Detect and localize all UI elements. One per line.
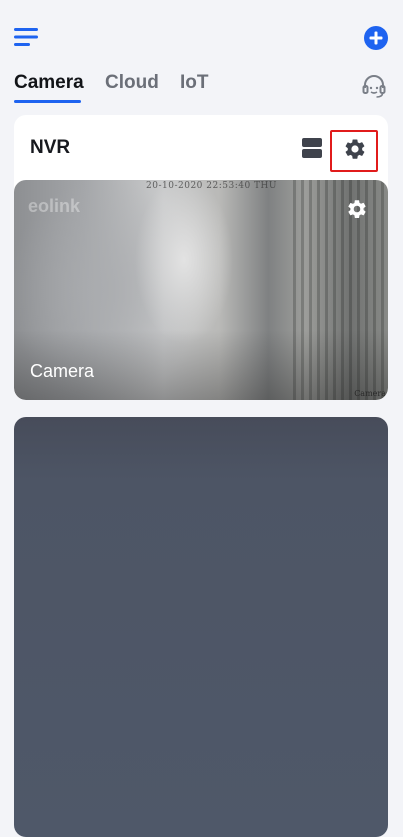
nvr-settings-gear-icon[interactable]: [343, 137, 367, 161]
tab-iot[interactable]: IoT: [180, 72, 209, 94]
tab-camera[interactable]: Camera: [14, 72, 84, 94]
camera-live-preview[interactable]: 20-10-2020 22:53:40 THU eolink Camera Ca…: [14, 180, 388, 400]
osd-timestamp: 20-10-2020 22:53:40 THU: [146, 181, 277, 191]
tab-cloud[interactable]: Cloud: [105, 72, 159, 94]
brand-watermark: eolink: [28, 196, 81, 216]
headset-support-icon[interactable]: [361, 74, 387, 100]
active-tab-indicator: [14, 100, 81, 103]
camera-settings-gear-icon[interactable]: [346, 198, 368, 220]
osd-camera-name: Camera: [354, 389, 386, 398]
nvr-device-card: NVR 20-10-2020 22:53:40 THU eolink Camer…: [14, 115, 388, 400]
layout-toggle-icon[interactable]: [301, 137, 323, 159]
add-device-icon[interactable]: [363, 25, 389, 51]
device-name: NVR: [30, 137, 71, 158]
camera-name: Camera: [30, 361, 95, 381]
second-device-card[interactable]: [14, 417, 388, 837]
top-bar: [0, 0, 403, 70]
hamburger-menu-icon[interactable]: [14, 28, 40, 46]
